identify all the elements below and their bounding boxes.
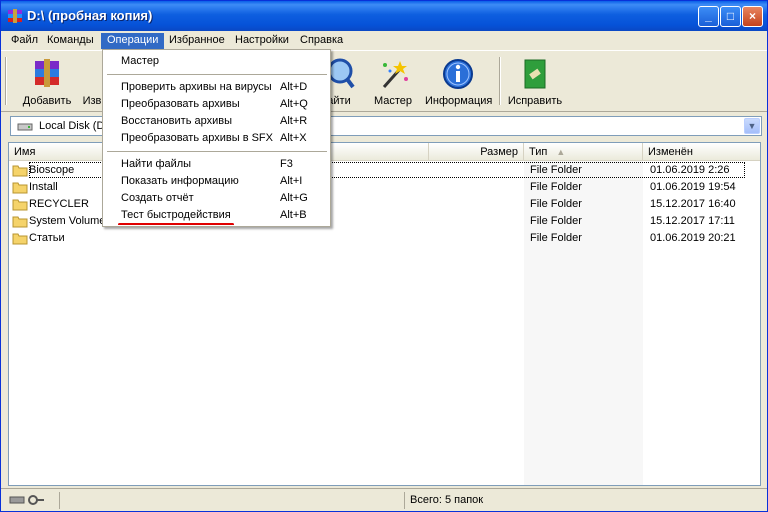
menu-item-shortcut: Alt+G — [280, 192, 308, 204]
column-modified-label: Изменён — [648, 146, 693, 158]
menu-item-find-files[interactable]: Найти файлы F3 — [104, 156, 329, 173]
menu-item-label: Найти файлы — [121, 158, 192, 170]
menu-item-label: Восстановить архивы — [121, 115, 232, 127]
file-name: System Volume — [29, 215, 106, 227]
file-modified: 15.12.2017 17:11 — [650, 215, 735, 227]
menu-item-benchmark[interactable]: Тест быстродействия Alt+B — [104, 207, 329, 224]
file-modified: 01.06.2019 20:21 — [650, 232, 736, 244]
menu-item-shortcut: Alt+X — [280, 132, 307, 144]
menu-item-virus-scan[interactable]: Проверить архивы на вирусы Alt+D — [104, 79, 329, 96]
folder-icon — [12, 233, 28, 245]
column-name-label: Имя — [14, 146, 36, 158]
menu-item-shortcut: F3 — [280, 158, 293, 170]
menu-item-label: Проверить архивы на вирусы — [121, 81, 272, 93]
menu-item-convert[interactable]: Преобразовать архивы Alt+Q — [104, 96, 329, 113]
add-label: Добавить — [22, 95, 72, 107]
file-name: Install — [29, 181, 58, 193]
annotation-underline — [118, 223, 234, 226]
menu-item-convert-sfx[interactable]: Преобразовать архивы в SFX Alt+X — [104, 130, 329, 147]
menu-operations[interactable]: Операции — [101, 33, 165, 49]
winrar-window: D:\ (пробная копия) _ □ × Файл Команды О… — [0, 0, 768, 512]
status-divider — [404, 492, 405, 509]
menu-item-shortcut: Alt+B — [280, 209, 307, 221]
folder-icon — [12, 165, 28, 177]
folder-icon — [12, 182, 28, 194]
status-bar: Всего: 5 папок — [1, 488, 767, 511]
info-label: Информация — [425, 95, 493, 107]
wizard-wand-icon — [382, 61, 408, 88]
menu-item-label: Тест быстродействия — [121, 209, 231, 221]
winrar-app-icon — [8, 9, 22, 23]
minimize-button[interactable]: _ — [698, 6, 719, 27]
drive-key-icon — [9, 495, 44, 505]
file-type: File Folder — [530, 164, 582, 176]
wizard-button[interactable]: Мастер — [371, 57, 415, 107]
extract-icon-hidden — [81, 57, 103, 91]
file-name: RECYCLER — [29, 198, 89, 210]
file-modified: 01.06.2019 19:54 — [650, 181, 736, 193]
status-total: Всего: 5 папок — [410, 494, 484, 506]
menu-item-shortcut: Alt+I — [280, 175, 303, 187]
menu-separator — [107, 74, 327, 75]
column-header-modified[interactable]: Изменён — [643, 143, 760, 161]
operations-menu: Мастер Проверить архивы на вирусы Alt+D … — [102, 49, 331, 227]
file-name: Bioscope — [29, 164, 75, 176]
menu-settings[interactable]: Настройки — [229, 33, 295, 49]
menu-separator — [107, 151, 327, 152]
menu-item-label: Создать отчёт — [121, 192, 194, 204]
toolbar-grip — [5, 57, 7, 105]
menu-item-shortcut: Alt+R — [280, 115, 308, 127]
repair-kit-icon — [524, 59, 546, 89]
sort-ascending-icon: ▲ — [556, 147, 566, 157]
file-type: File Folder — [530, 181, 582, 193]
folder-icon — [12, 216, 28, 228]
menu-item-show-info[interactable]: Показать информацию Alt+I — [104, 173, 329, 190]
menu-item-shortcut: Alt+D — [280, 81, 308, 93]
repair-button[interactable]: Исправить — [506, 57, 564, 107]
column-size-label: Размер — [480, 146, 518, 158]
menu-item-wizard[interactable]: Мастер — [104, 53, 329, 70]
column-header-size[interactable]: Размер — [429, 143, 524, 161]
menu-item-label: Преобразовать архивы в SFX — [121, 132, 273, 144]
status-divider — [59, 492, 60, 509]
menu-item-label: Показать информацию — [121, 175, 239, 187]
close-button[interactable]: × — [742, 6, 763, 27]
add-archive-icon — [35, 59, 59, 87]
menu-bar: Файл Команды Операции Избранное Настройк… — [1, 31, 767, 50]
info-button[interactable]: Информация — [425, 57, 493, 107]
menu-favorites[interactable]: Избранное — [163, 33, 231, 49]
menu-item-label: Мастер — [121, 55, 160, 67]
title-bar[interactable]: D:\ (пробная копия) _ □ × — [1, 1, 767, 31]
menu-item-create-report[interactable]: Создать отчёт Alt+G — [104, 190, 329, 207]
file-type: File Folder — [530, 198, 582, 210]
file-modified: 15.12.2017 16:40 — [650, 198, 736, 210]
menu-item-shortcut: Alt+Q — [280, 98, 308, 110]
file-name: Статьи — [29, 232, 65, 244]
path-text: Local Disk (D — [39, 120, 105, 132]
column-header-type[interactable]: Тип ▲ — [524, 143, 643, 161]
drive-icon — [17, 123, 33, 131]
table-row[interactable]: Статьи File Folder 01.06.2019 20:21 — [9, 230, 760, 247]
menu-commands[interactable]: Команды — [41, 33, 100, 49]
window-title: D:\ (пробная копия) — [27, 8, 153, 23]
repair-label: Исправить — [507, 95, 563, 107]
file-type: File Folder — [530, 232, 582, 244]
folder-icon — [12, 199, 28, 211]
add-button[interactable]: Добавить — [19, 57, 75, 107]
file-type: File Folder — [530, 215, 582, 227]
extract-label: Изв — [82, 95, 102, 107]
file-modified: 01.06.2019 2:26 — [650, 164, 730, 176]
column-type-label: Тип — [529, 146, 548, 158]
menu-item-repair[interactable]: Восстановить архивы Alt+R — [104, 113, 329, 130]
path-dropdown-arrow[interactable]: ▼ — [744, 118, 760, 134]
menu-item-label: Преобразовать архивы — [121, 98, 240, 110]
menu-help[interactable]: Справка — [294, 33, 349, 49]
wizard-label: Мастер — [373, 95, 413, 107]
maximize-button[interactable]: □ — [720, 6, 741, 27]
menu-file[interactable]: Файл — [5, 33, 44, 49]
toolbar-separator — [499, 57, 501, 105]
extract-button[interactable]: Изв — [81, 57, 103, 107]
info-icon — [443, 59, 473, 89]
